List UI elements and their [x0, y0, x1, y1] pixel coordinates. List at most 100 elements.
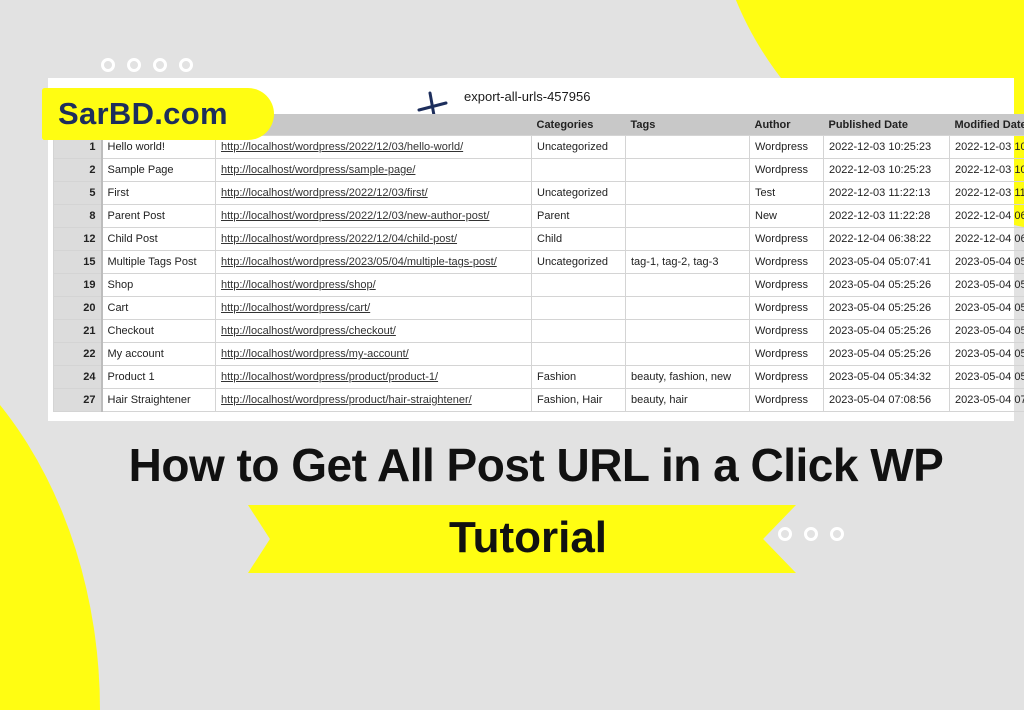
tags-cell[interactable] [626, 320, 750, 343]
published-date-cell[interactable]: 2022-12-03 10:25:23 [824, 136, 950, 159]
tags-cell[interactable] [626, 136, 750, 159]
url-link[interactable]: http://localhost/wordpress/cart/ [221, 302, 370, 314]
author-cell[interactable]: Wordpress [750, 389, 824, 412]
post-title-cell[interactable]: Shop [102, 274, 216, 297]
categories-cell[interactable]: Child [532, 228, 626, 251]
url-cell[interactable]: http://localhost/wordpress/cart/ [216, 297, 532, 320]
url-link[interactable]: http://localhost/wordpress/product/hair-… [221, 394, 472, 406]
post-title-cell[interactable]: Sample Page [102, 159, 216, 182]
published-date-cell[interactable]: 2023-05-04 05:25:26 [824, 320, 950, 343]
author-cell[interactable]: Wordpress [750, 136, 824, 159]
tags-cell[interactable]: beauty, fashion, new [626, 366, 750, 389]
modified-date-cell[interactable]: 2023-05-04 05:25:26 [950, 297, 1024, 320]
column-header[interactable]: Tags [626, 114, 750, 136]
published-date-cell[interactable]: 2023-05-04 05:25:26 [824, 297, 950, 320]
post-title-cell[interactable]: Hair Straightener [102, 389, 216, 412]
post-title-cell[interactable]: Multiple Tags Post [102, 251, 216, 274]
url-cell[interactable]: http://localhost/wordpress/2022/12/03/ne… [216, 205, 532, 228]
published-date-cell[interactable]: 2023-05-04 05:25:26 [824, 343, 950, 366]
column-header[interactable]: Categories [532, 114, 626, 136]
published-date-cell[interactable]: 2022-12-03 11:22:28 [824, 205, 950, 228]
published-date-cell[interactable]: 2022-12-03 11:22:13 [824, 182, 950, 205]
modified-date-cell[interactable]: 2022-12-03 10:25:23 [950, 136, 1024, 159]
tags-cell[interactable] [626, 159, 750, 182]
row-number[interactable]: 21 [54, 320, 102, 343]
tags-cell[interactable]: tag-1, tag-2, tag-3 [626, 251, 750, 274]
categories-cell[interactable] [532, 343, 626, 366]
row-number[interactable]: 22 [54, 343, 102, 366]
author-cell[interactable]: Wordpress [750, 159, 824, 182]
tags-cell[interactable]: beauty, hair [626, 389, 750, 412]
author-cell[interactable]: New [750, 205, 824, 228]
url-link[interactable]: http://localhost/wordpress/2022/12/04/ch… [221, 233, 457, 245]
categories-cell[interactable] [532, 274, 626, 297]
categories-cell[interactable]: Uncategorized [532, 182, 626, 205]
modified-date-cell[interactable]: 2022-12-03 10:25:23 [950, 159, 1024, 182]
url-link[interactable]: http://localhost/wordpress/my-account/ [221, 348, 409, 360]
published-date-cell[interactable]: 2023-05-04 05:34:32 [824, 366, 950, 389]
url-link[interactable]: http://localhost/wordpress/2023/05/04/mu… [221, 256, 497, 268]
author-cell[interactable]: Wordpress [750, 274, 824, 297]
categories-cell[interactable]: Fashion [532, 366, 626, 389]
author-cell[interactable]: Test [750, 182, 824, 205]
row-number[interactable]: 19 [54, 274, 102, 297]
published-date-cell[interactable]: 2023-05-04 07:08:56 [824, 389, 950, 412]
url-cell[interactable]: http://localhost/wordpress/2022/12/04/ch… [216, 228, 532, 251]
categories-cell[interactable] [532, 159, 626, 182]
url-cell[interactable]: http://localhost/wordpress/checkout/ [216, 320, 532, 343]
url-link[interactable]: http://localhost/wordpress/shop/ [221, 279, 376, 291]
tags-cell[interactable] [626, 274, 750, 297]
modified-date-cell[interactable]: 2022-12-03 11:38:19 [950, 182, 1024, 205]
categories-cell[interactable]: Fashion, Hair [532, 389, 626, 412]
author-cell[interactable]: Wordpress [750, 297, 824, 320]
url-cell[interactable]: http://localhost/wordpress/2023/05/04/mu… [216, 251, 532, 274]
author-cell[interactable]: Wordpress [750, 366, 824, 389]
categories-cell[interactable]: Uncategorized [532, 251, 626, 274]
modified-date-cell[interactable]: 2023-05-04 07:11:20 [950, 389, 1024, 412]
url-link[interactable]: http://localhost/wordpress/2022/12/03/he… [221, 141, 463, 153]
post-title-cell[interactable]: Child Post [102, 228, 216, 251]
url-link[interactable]: http://localhost/wordpress/2022/12/03/ne… [221, 210, 489, 222]
categories-cell[interactable] [532, 297, 626, 320]
author-cell[interactable]: Wordpress [750, 320, 824, 343]
tags-cell[interactable] [626, 205, 750, 228]
categories-cell[interactable]: Uncategorized [532, 136, 626, 159]
url-cell[interactable]: http://localhost/wordpress/my-account/ [216, 343, 532, 366]
tags-cell[interactable] [626, 182, 750, 205]
url-cell[interactable]: http://localhost/wordpress/product/produ… [216, 366, 532, 389]
url-link[interactable]: http://localhost/wordpress/product/produ… [221, 371, 438, 383]
column-header[interactable]: Modified Date [950, 114, 1024, 136]
column-header[interactable]: Published Date [824, 114, 950, 136]
row-number[interactable]: 15 [54, 251, 102, 274]
modified-date-cell[interactable]: 2023-05-04 05:25:26 [950, 343, 1024, 366]
post-title-cell[interactable]: My account [102, 343, 216, 366]
modified-date-cell[interactable]: 2023-05-04 05:25:26 [950, 320, 1024, 343]
tags-cell[interactable] [626, 228, 750, 251]
modified-date-cell[interactable]: 2022-12-04 06:37:52 [950, 205, 1024, 228]
tags-cell[interactable] [626, 343, 750, 366]
url-link[interactable]: http://localhost/wordpress/2022/12/03/fi… [221, 187, 428, 199]
row-number[interactable]: 12 [54, 228, 102, 251]
post-title-cell[interactable]: Checkout [102, 320, 216, 343]
url-link[interactable]: http://localhost/wordpress/sample-page/ [221, 164, 415, 176]
row-number[interactable]: 27 [54, 389, 102, 412]
published-date-cell[interactable]: 2023-05-04 05:25:26 [824, 274, 950, 297]
column-header[interactable]: Author [750, 114, 824, 136]
published-date-cell[interactable]: 2023-05-04 05:07:41 [824, 251, 950, 274]
published-date-cell[interactable]: 2022-12-03 10:25:23 [824, 159, 950, 182]
row-number[interactable]: 20 [54, 297, 102, 320]
row-number[interactable]: 5 [54, 182, 102, 205]
author-cell[interactable]: Wordpress [750, 251, 824, 274]
modified-date-cell[interactable]: 2022-12-04 06:38:22 [950, 228, 1024, 251]
url-cell[interactable]: http://localhost/wordpress/sample-page/ [216, 159, 532, 182]
modified-date-cell[interactable]: 2023-05-04 05:07:41 [950, 251, 1024, 274]
categories-cell[interactable]: Parent [532, 205, 626, 228]
post-title-cell[interactable]: Parent Post [102, 205, 216, 228]
post-title-cell[interactable]: Product 1 [102, 366, 216, 389]
url-cell[interactable]: http://localhost/wordpress/2022/12/03/fi… [216, 182, 532, 205]
url-link[interactable]: http://localhost/wordpress/checkout/ [221, 325, 396, 337]
url-cell[interactable]: http://localhost/wordpress/product/hair-… [216, 389, 532, 412]
row-number[interactable]: 8 [54, 205, 102, 228]
row-number[interactable]: 2 [54, 159, 102, 182]
modified-date-cell[interactable]: 2023-05-04 05:36:50 [950, 366, 1024, 389]
